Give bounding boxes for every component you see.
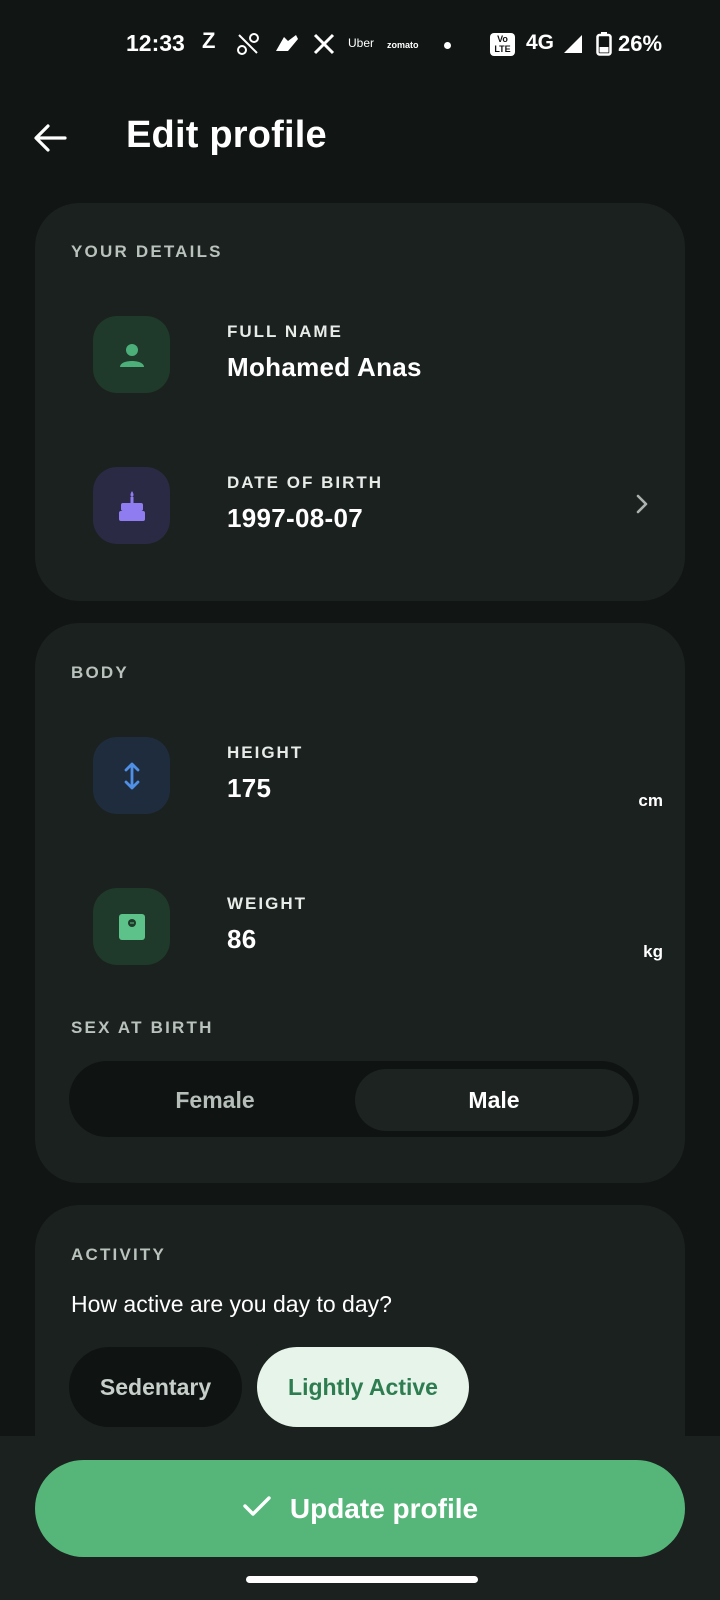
more-notifications-dot (444, 42, 451, 49)
page-title: Edit profile (126, 114, 327, 156)
activity-option-lightly-active[interactable]: Lightly Active (257, 1347, 469, 1427)
network-type: 4G (526, 31, 555, 54)
activity-question: How active are you day to day? (71, 1291, 392, 1317)
weight-label: WEIGHT (227, 894, 307, 913)
x-app-icon (312, 32, 336, 61)
wallet-app-icon (272, 33, 300, 60)
person-icon (93, 316, 170, 393)
body-card: BODY HEIGHT 175 cm WEIGHT 86 kg SEX AT B… (35, 623, 685, 1183)
zepto-app-icon: Z (202, 28, 216, 53)
height-arrows-icon (93, 737, 170, 814)
sex-at-birth-toggle: Female Male (69, 1061, 639, 1137)
back-button[interactable] (28, 118, 72, 162)
sex-option-female[interactable]: Female (75, 1069, 355, 1131)
height-row[interactable]: HEIGHT 175 cm (93, 737, 663, 815)
date-of-birth-row[interactable]: DATE OF BIRTH 1997-08-07 (93, 467, 663, 545)
full-name-value: Mohamed Anas (227, 352, 422, 382)
your-details-card: YOUR DETAILS FULL NAME Mohamed Anas DATE… (35, 203, 685, 601)
scale-icon (93, 888, 170, 965)
height-unit: cm (638, 791, 663, 810)
check-icon (242, 1494, 272, 1523)
home-indicator[interactable] (246, 1576, 478, 1583)
full-name-row[interactable]: FULL NAME Mohamed Anas (93, 316, 663, 394)
battery-icon (596, 32, 612, 61)
weight-row[interactable]: WEIGHT 86 kg (93, 888, 663, 966)
signal-icon (562, 33, 584, 60)
update-profile-label: Update profile (289, 1492, 479, 1524)
date-of-birth-label: DATE OF BIRTH (227, 473, 384, 492)
chevron-right-icon (635, 493, 649, 520)
weight-value[interactable]: 86 (227, 924, 257, 955)
volte-icon: Vo LTE (490, 33, 515, 56)
cake-icon (93, 467, 170, 544)
status-bar: 12:33 Z Uber zomato Vo LTE 4G 26% (0, 0, 720, 90)
activity-option-sedentary[interactable]: Sedentary (69, 1347, 242, 1427)
height-label: HEIGHT (227, 743, 304, 762)
section-title-activity: ACTIVITY (71, 1245, 167, 1264)
full-name-label: FULL NAME (227, 322, 343, 341)
scissors-app-icon (236, 32, 260, 61)
zomato-app-icon: zomato (387, 40, 419, 50)
status-time: 12:33 (126, 30, 185, 56)
weight-unit: kg (643, 942, 663, 961)
section-title-your-details: YOUR DETAILS (71, 242, 223, 261)
date-of-birth-value: 1997-08-07 (227, 503, 363, 533)
arrow-left-icon (33, 123, 67, 158)
section-title-body: BODY (71, 663, 129, 682)
update-profile-button[interactable]: Update profile (35, 1460, 685, 1557)
battery-percent: 26% (618, 31, 663, 56)
height-value[interactable]: 175 (227, 773, 271, 804)
sex-option-male[interactable]: Male (355, 1069, 633, 1131)
uber-app-icon: Uber (348, 36, 375, 50)
section-title-sex-at-birth: SEX AT BIRTH (71, 1018, 214, 1037)
